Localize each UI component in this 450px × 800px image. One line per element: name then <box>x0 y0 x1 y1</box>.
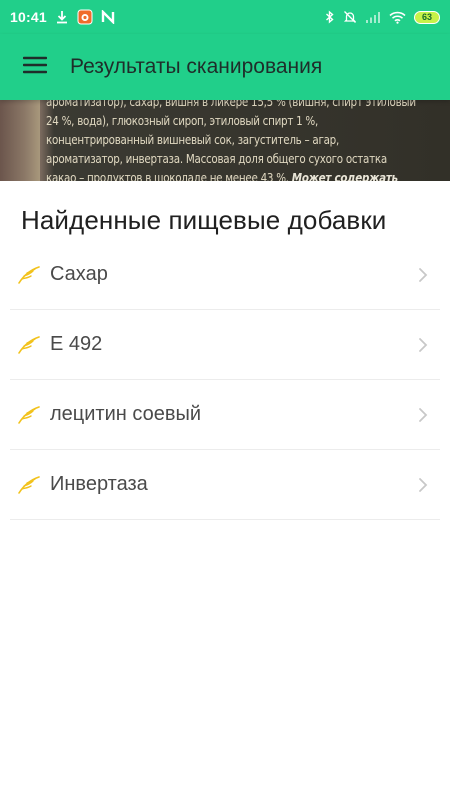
status-right: 63 <box>325 10 440 24</box>
list-item[interactable]: лецитин соевый <box>10 380 440 450</box>
scanned-line: ароматизатор, инвертаза. Массовая доля о… <box>46 151 387 166</box>
bluetooth-icon <box>325 10 335 24</box>
n-app-icon <box>101 10 115 24</box>
chevron-right-icon <box>410 477 436 493</box>
download-icon <box>55 10 69 24</box>
status-bar: 10:41 63 <box>0 0 450 34</box>
menu-button[interactable] <box>0 34 70 100</box>
scanned-line: концентрированный вишневый сок, загустит… <box>46 132 339 147</box>
list-item[interactable]: Инвертаза <box>10 450 440 520</box>
mute-icon <box>343 10 357 24</box>
hamburger-menu-icon <box>22 55 48 80</box>
app-bar: Результаты сканирования <box>0 34 450 100</box>
list-item[interactable]: E 492 <box>10 310 440 380</box>
page-title: Результаты сканирования <box>70 55 323 78</box>
scanned-text: ароматизатор), сахар, вишня в ликере 15,… <box>46 100 423 181</box>
battery-icon: 63 <box>414 10 440 24</box>
feather-icon <box>18 335 48 354</box>
list-item-label: Инвертаза <box>50 473 148 495</box>
status-time: 10:41 <box>10 9 47 25</box>
scanned-line: какао – продуктов в шоколаде не менее 43… <box>46 170 289 181</box>
photo-edge <box>0 100 40 181</box>
app-notification-icon <box>77 9 93 25</box>
scanned-line-last: какао – продуктов в шоколаде не менее 43… <box>46 168 423 181</box>
section-title: Найденные пищевые добавки <box>21 205 387 235</box>
list-item-label: лецитин соевый <box>50 403 201 425</box>
feather-icon <box>18 475 48 494</box>
feather-icon <box>18 405 48 424</box>
status-left: 10:41 <box>10 9 115 25</box>
signal-icon <box>365 11 381 24</box>
list-item[interactable]: Сахар <box>10 240 440 310</box>
scanned-line-tail: Может содержать <box>291 170 398 181</box>
scanned-label-photo: ароматизатор), сахар, вишня в ликере 15,… <box>0 100 450 181</box>
chevron-right-icon <box>410 337 436 353</box>
scanned-line: 24 %, вода), глюкозный сироп, этиловый с… <box>46 113 318 128</box>
chevron-right-icon <box>410 407 436 423</box>
additives-list: Сахар E 492 лецитин соевый Инвертаза <box>10 240 440 520</box>
chevron-right-icon <box>410 267 436 283</box>
scanned-line: ароматизатор), сахар, вишня в ликере 15,… <box>46 100 416 109</box>
list-item-label: E 492 <box>50 333 103 355</box>
list-item-label: Сахар <box>50 263 108 285</box>
wifi-icon <box>389 11 406 24</box>
feather-icon <box>18 265 48 284</box>
